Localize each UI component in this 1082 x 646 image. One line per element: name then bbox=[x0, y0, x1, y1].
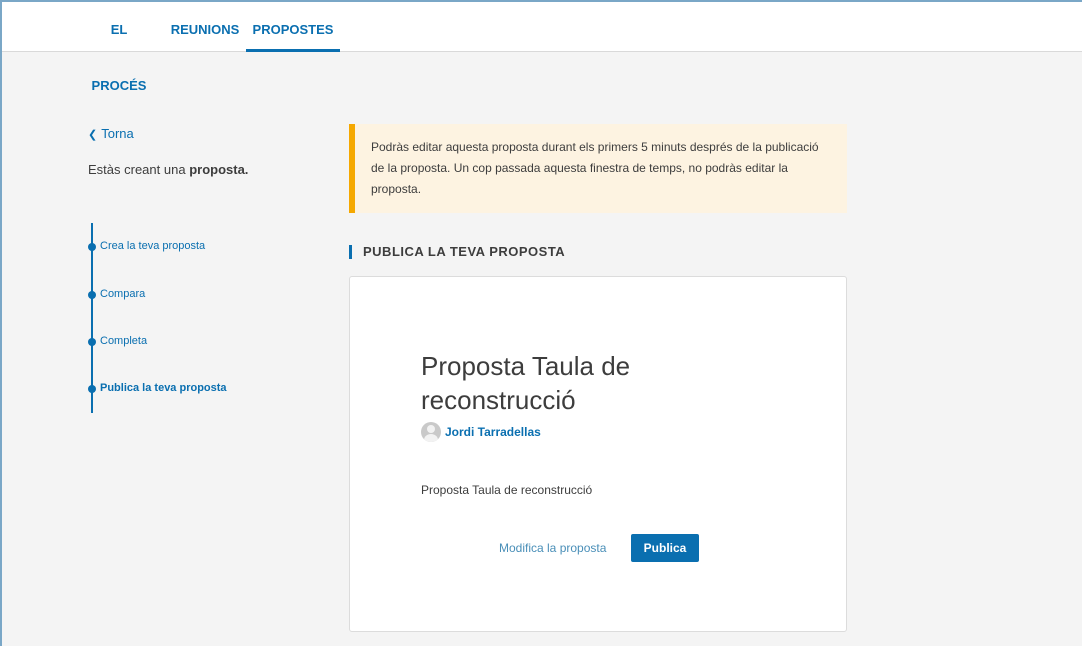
author-link[interactable]: Jordi Tarradellas bbox=[421, 422, 541, 442]
back-link[interactable]: ❮ Torna bbox=[88, 126, 134, 141]
step-dot-icon bbox=[88, 385, 96, 393]
creating-status-text: Estàs creant una proposta. bbox=[88, 162, 248, 177]
step-dot-icon bbox=[88, 291, 96, 299]
chevron-left-icon: ❮ bbox=[88, 129, 98, 141]
tab-reunions[interactable]: REUNIONS bbox=[170, 2, 240, 52]
wizard-step-publica[interactable]: Publica la teva proposta bbox=[88, 382, 227, 394]
wizard-step-label: Compara bbox=[100, 288, 146, 300]
step-dot-icon bbox=[88, 243, 96, 251]
section-title-bar bbox=[349, 245, 352, 259]
wizard-step-crea[interactable]: Crea la teva proposta bbox=[88, 240, 205, 252]
wizard-step-label: Publica la teva proposta bbox=[100, 382, 227, 394]
callout-text: Podràs editar aquesta proposta durant el… bbox=[371, 140, 819, 196]
wizard-step-compara[interactable]: Compara bbox=[88, 288, 145, 300]
proposal-preview-card: Proposta Taula de reconstrucció Jordi Ta… bbox=[349, 276, 847, 632]
section-title: PUBLICA LA TEVA PROPOSTA bbox=[349, 244, 565, 259]
top-navigation: EL PROCÉS REUNIONS PROPOSTES bbox=[2, 2, 1082, 93]
app-frame: EL PROCÉS REUNIONS PROPOSTES ❮ Torna Està… bbox=[0, 0, 1082, 646]
wizard-step-completa[interactable]: Completa bbox=[88, 335, 147, 347]
tab-el-proces[interactable]: EL PROCÉS bbox=[84, 2, 154, 93]
edit-time-warning-callout: Podràs editar aquesta proposta durant el… bbox=[349, 124, 847, 213]
avatar-icon bbox=[421, 422, 441, 442]
back-link-label: Torna bbox=[101, 126, 134, 141]
creating-bold: proposta. bbox=[189, 162, 249, 177]
proposal-body: Proposta Taula de reconstrucció bbox=[421, 483, 593, 497]
section-title-text: PUBLICA LA TEVA PROPOSTA bbox=[363, 244, 566, 259]
wizard-step-label: Crea la teva proposta bbox=[100, 240, 206, 252]
tab-propostes[interactable]: PROPOSTES bbox=[246, 2, 340, 52]
wizard-step-label: Completa bbox=[100, 335, 148, 347]
modify-proposal-link[interactable]: Modifica la proposta bbox=[499, 541, 606, 555]
creating-prefix: Estàs creant una bbox=[88, 162, 186, 177]
proposal-title: Proposta Taula de reconstrucció bbox=[421, 351, 631, 415]
author-name: Jordi Tarradellas bbox=[445, 425, 541, 439]
step-dot-icon bbox=[88, 338, 96, 346]
publish-button[interactable]: Publica bbox=[631, 534, 699, 562]
